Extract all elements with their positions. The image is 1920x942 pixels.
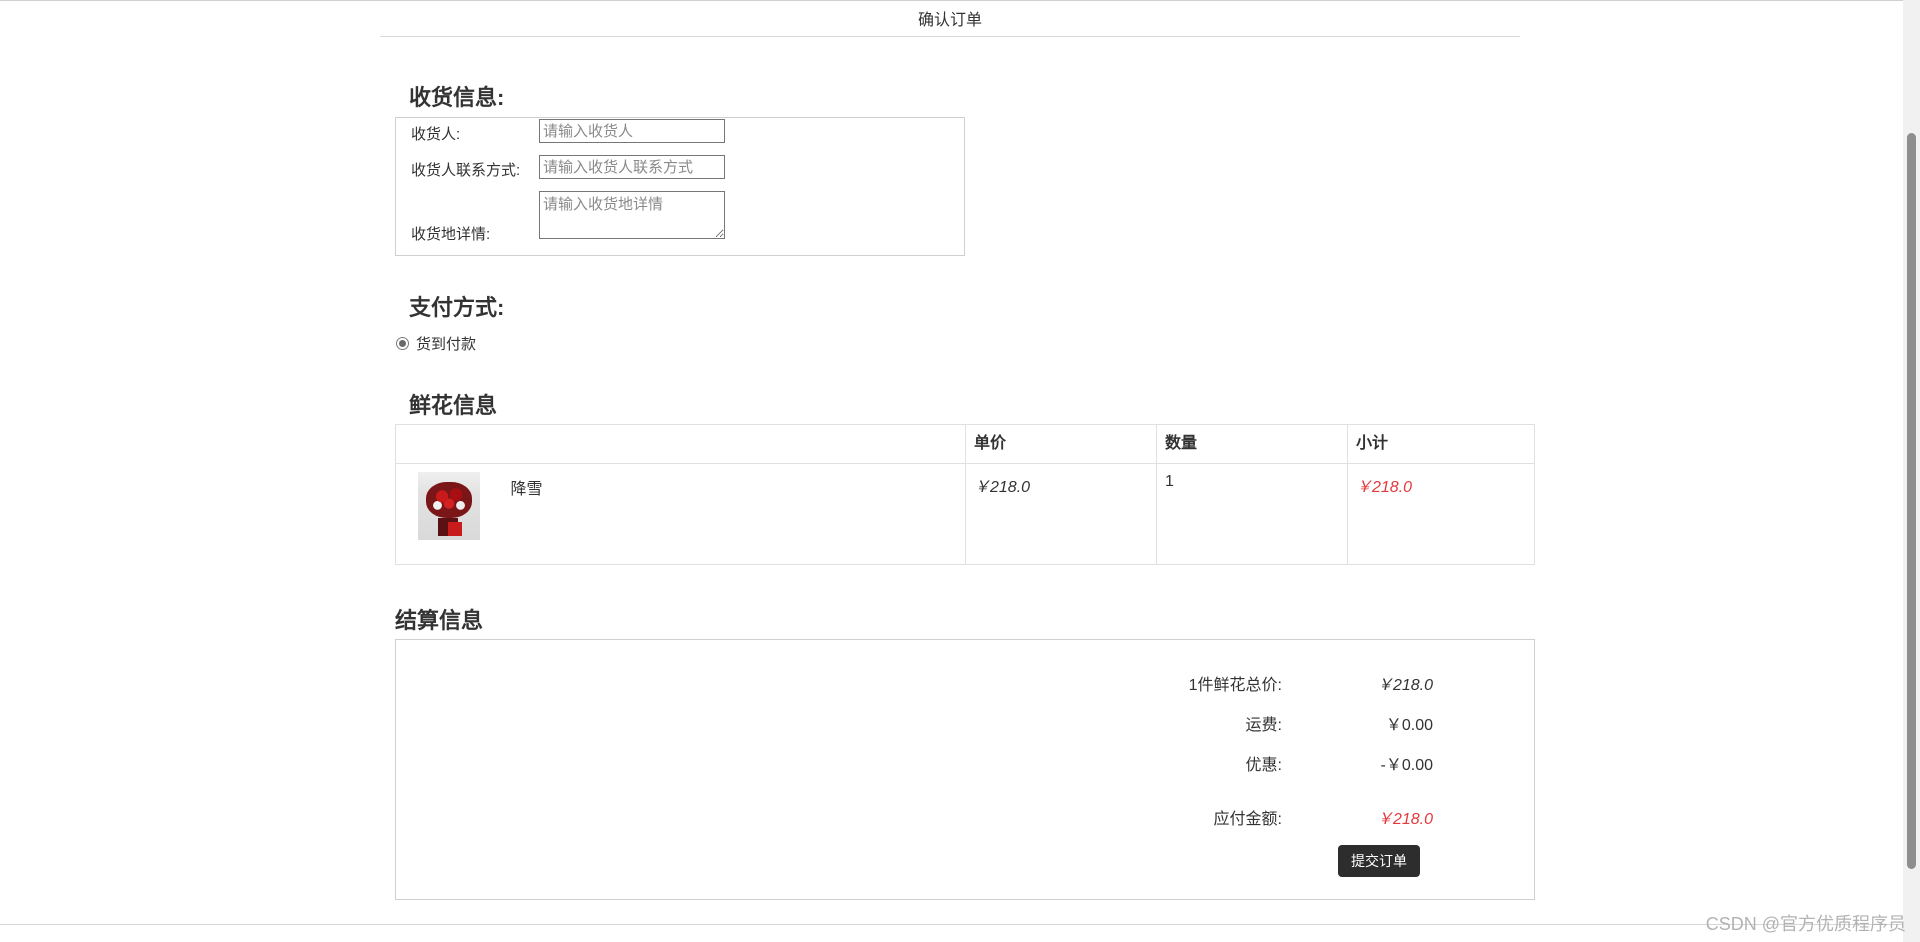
quantity: 1 [1165,473,1174,490]
receiver-phone-input[interactable] [539,155,725,179]
product-name[interactable]: 降雪 [510,475,542,499]
discount-label: 优惠: [1245,757,1282,774]
payable-value: ￥218.0 [1376,811,1433,828]
scrollbar-thumb[interactable] [1907,133,1916,869]
flower-bouquet-thumbnail[interactable] [418,472,480,540]
unit-price-cell: ￥218.0 [965,463,1157,565]
total-price-value: ￥218.0 [1376,677,1433,694]
receiver-form: 收货人: 收货人联系方式: 收货地详情: [395,117,965,256]
receiver-address-label: 收货地详情: [411,226,491,243]
receiver-heading: 收货信息: [409,85,505,110]
discount-value: -￥0.00 [1380,757,1433,774]
bottom-border [0,924,1905,925]
submit-order-button[interactable]: 提交订单 [1338,845,1420,877]
payment-option-label: 货到付款 [416,336,477,353]
quantity-cell: 1 [1156,463,1348,565]
receiver-phone-label: 收货人联系方式: [411,162,521,179]
receiver-name-input[interactable] [539,119,725,143]
payment-radio[interactable] [396,337,409,350]
settlement-panel: 1件鲜花总价: ￥218.0 运费: ￥0.00 优惠: -￥0.00 应付金额… [395,639,1535,900]
payment-option-cod[interactable]: 货到付款 [395,333,476,354]
watermark: CSDN @官方优质程序员 [1705,914,1906,934]
column-header-subtotal: 小计 [1347,424,1535,464]
receiver-address-textarea[interactable] [539,191,725,239]
product-cell: 降雪 [395,463,966,565]
table-row: 降雪 ￥218.0 1 ￥218.0 [395,463,1535,565]
vertical-scrollbar[interactable] [1903,0,1920,942]
subtotal-cell: ￥218.0 [1347,463,1535,565]
column-header-quantity: 数量 [1156,424,1348,464]
unit-price: ￥218.0 [974,479,1031,496]
radio-selected-dot [399,340,406,347]
column-header-product [395,424,966,464]
page-title: 确认订单 [380,0,1520,37]
receiver-name-label: 收货人: [411,126,461,143]
flowers-table: 单价 数量 小计 降雪 ￥218.0 1 ￥218.0 [395,424,1535,565]
subtotal: ￥218.0 [1356,479,1413,496]
shipping-value: ￥0.00 [1385,717,1433,734]
column-header-unit-price: 单价 [965,424,1157,464]
total-price-label: 1件鲜花总价: [1188,677,1282,694]
payment-heading: 支付方式: [409,295,505,320]
payable-label: 应付金额: [1213,811,1282,828]
shipping-label: 运费: [1245,717,1282,734]
flowers-heading: 鲜花信息 [409,393,498,418]
table-header-row: 单价 数量 小计 [395,424,1535,464]
settlement-heading: 结算信息 [395,608,484,633]
